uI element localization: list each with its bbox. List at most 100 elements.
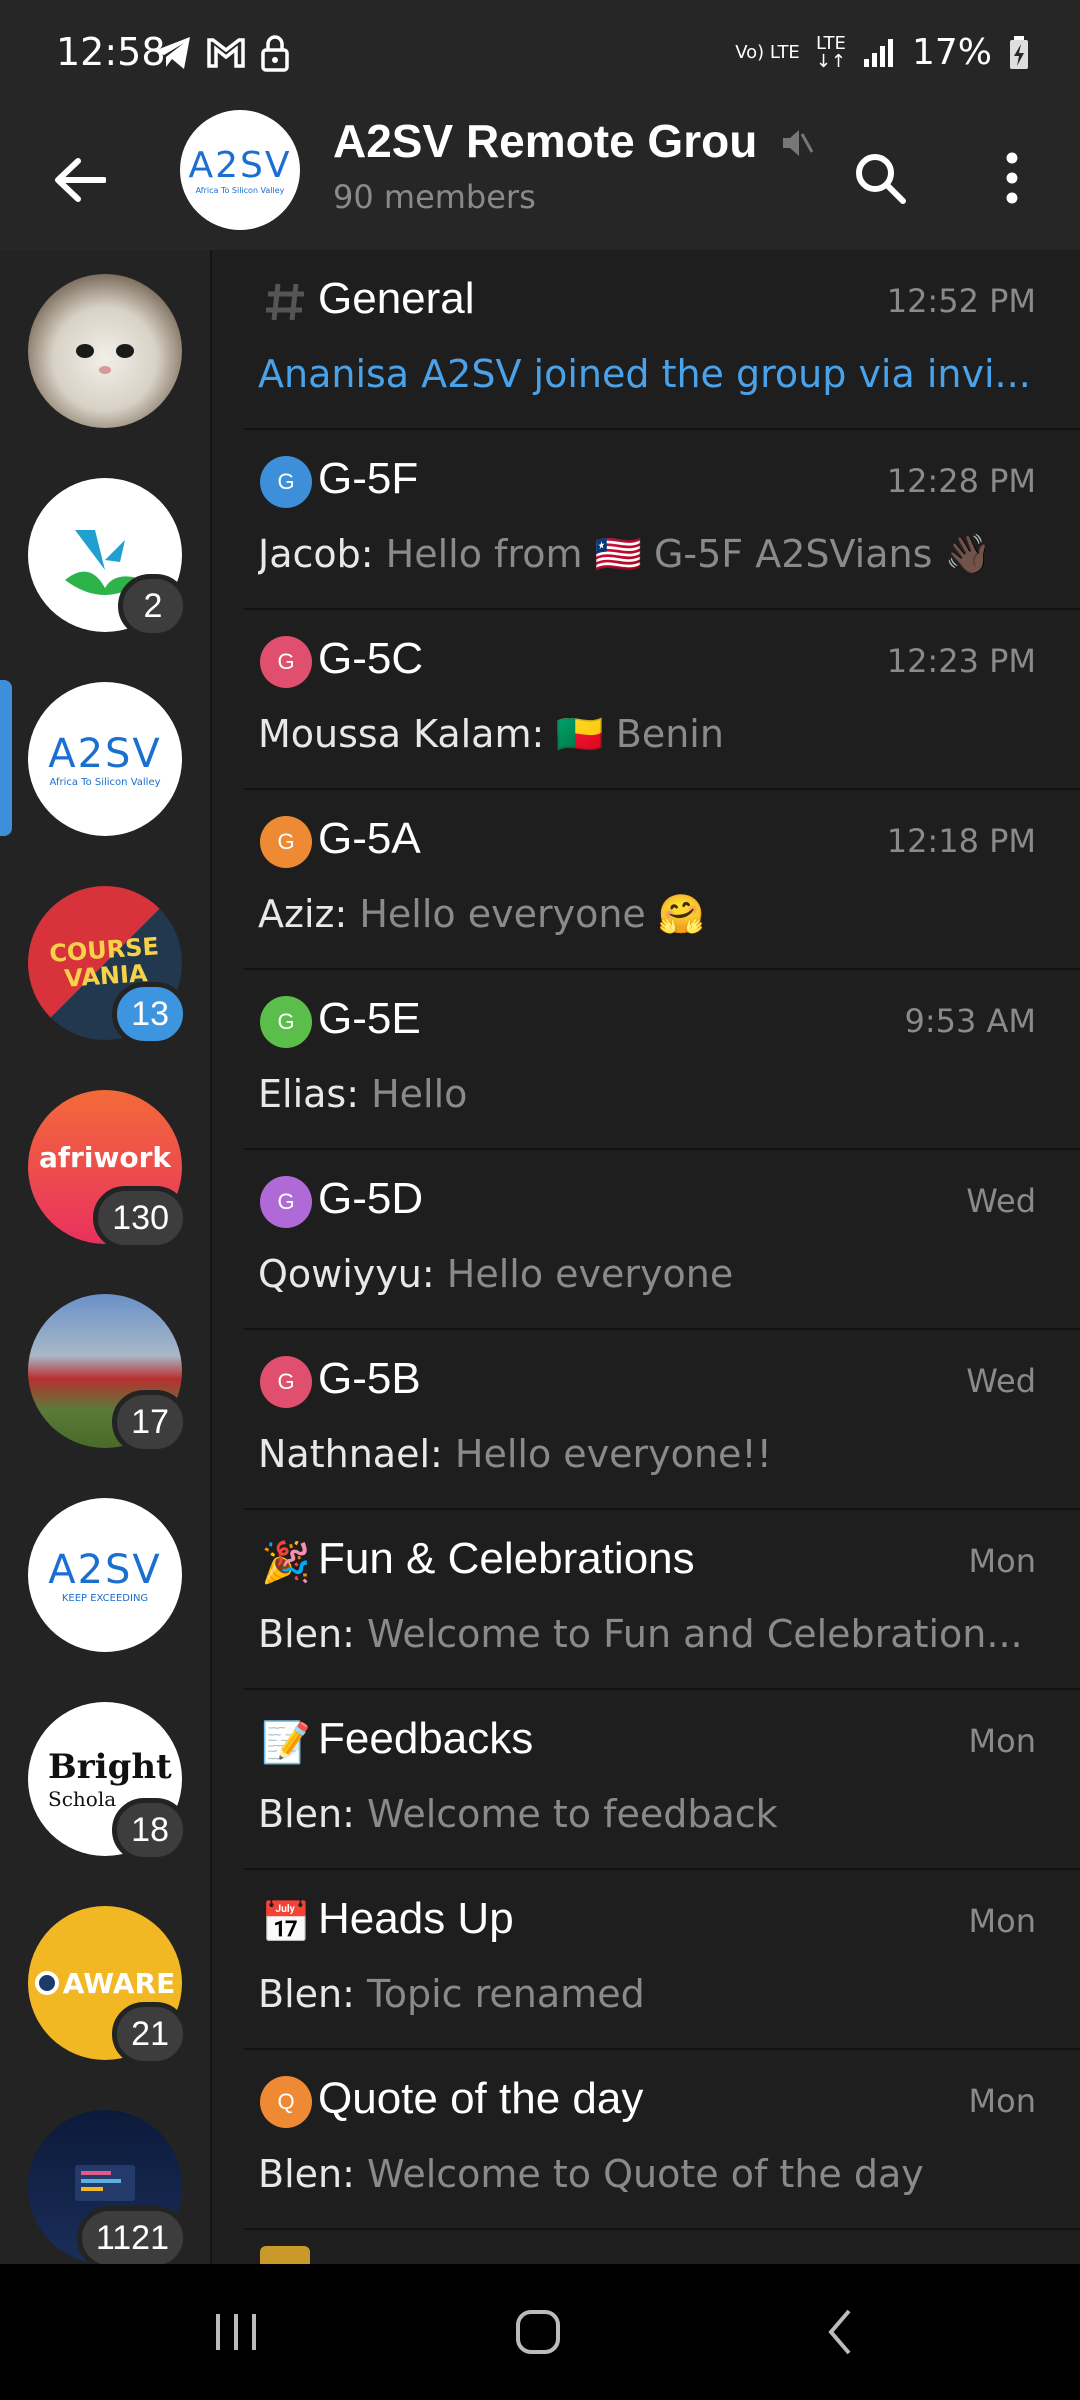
topic-row-fun-celebrations[interactable]: 🎉 Fun & Celebrations Mon Blen: Welcome t… [244,1510,1080,1690]
topic-last-message: Ananisa A2SV joined the group via invi..… [258,352,1031,396]
group-avatar[interactable]: A2SV Africa To Silicon Valley [180,110,300,230]
unread-badge: 18 [112,1798,188,1862]
topic-last-message: Blen: Welcome to Quote of the day [258,2152,1038,2196]
topic-initial: G [260,1176,312,1228]
message-text: Welcome to Fun and Celebration... [366,1612,1023,1656]
lock-icon [261,35,289,72]
topic-title: G-5C [318,634,424,683]
a2sv-avatar-logo: A2SV [48,730,162,777]
topic-row-g5b[interactable]: G G-5B Wed Nathnael: Hello everyone!! [244,1330,1080,1510]
battery-charging-icon [1010,35,1028,69]
message-sender: Jacob: [258,532,386,576]
topic-last-message: Blen: Topic renamed [258,1972,1038,2016]
topic-last-message: Qowiyyu: Hello everyone [258,1252,1038,1296]
topic-row-general[interactable]: General 12:52 PM Ananisa A2SV joined the… [244,250,1080,430]
lte-label: LTE [815,32,846,54]
search-button[interactable] [840,138,920,218]
topic-time: Wed [966,1362,1036,1400]
cat-face-icon [76,344,134,374]
message-text: 🇧🇯 Benin [556,712,724,756]
notification-icons [152,34,290,72]
topic-time: Mon [968,1902,1036,1940]
sidebar-chat-cat[interactable] [28,274,182,428]
topic-title: General [318,274,475,323]
topic-title: G-5F [318,454,419,503]
topic-row-g5a[interactable]: G G-5A 12:18 PM Aziz: Hello everyone 🤗 [244,790,1080,970]
message-sender: Moussa Kalam: [258,712,557,756]
aware-logo-text: AWARE [62,1966,176,2000]
topic-row-feedbacks[interactable]: 📝 Feedbacks Mon Blen: Welcome to feedbac… [244,1690,1080,1870]
unread-badge: 21 [112,2002,188,2066]
unread-badge: 1121 [76,2206,188,2270]
sidebar-chat-a2sv-keep-exceeding[interactable]: A2SV KEEP EXCEEDING [28,1498,182,1652]
recents-button[interactable] [186,2292,286,2372]
party-popper-icon: 🎉 [261,1539,311,1586]
topic-title: Quote of the day [318,2074,644,2123]
topic-initial: Q [260,2076,312,2128]
topic-title: G-5B [318,1354,421,1403]
message-text: Hello everyone!! [454,1432,772,1476]
topic-time: 12:18 PM [886,822,1036,860]
topic-last-message: Aziz: Hello everyone 🤗 [258,892,1038,937]
sidebar-chat-code[interactable]: 1121 [28,2110,188,2270]
aware-logo: AWARE [34,1966,176,2000]
topic-row-partial[interactable] [244,2230,1080,2264]
member-count: 90 members [333,178,536,216]
a2sv-avatar-tagline: Africa To Silicon Valley [49,776,161,788]
topic-row-heads-up[interactable]: 📅 Heads Up Mon Blen: Topic renamed [244,1870,1080,2050]
telegram-icon [154,37,190,69]
message-sender: Blen: [258,1792,367,1836]
sidebar-chat-2[interactable]: 2 [28,478,188,638]
topic-list: General 12:52 PM Ananisa A2SV joined the… [244,250,1080,2264]
topic-initial: G [260,1356,312,1408]
calendar-icon: 📅 [261,1899,311,1946]
a2sv-keep-exceeding-avatar: A2SV KEEP EXCEEDING [28,1498,182,1652]
sidebar-chat-bright-scholar[interactable]: Bright Schola 18 [28,1702,188,1862]
topic-row-g5f[interactable]: G G-5F 12:28 PM Jacob: Hello from 🇱🇷 G-5… [244,430,1080,610]
topic-initial: G [260,816,312,868]
a2sv-avatar-logo: A2SV [48,1546,162,1593]
sidebar-chat-coursevania[interactable]: COURSE VANIA 13 [28,886,188,1046]
message-sender: Nathnael: [258,1432,455,1476]
topic-last-message: Blen: Welcome to feedback [258,1792,1038,1836]
a2sv-avatar: A2SV Africa To Silicon Valley [28,682,182,836]
topic-row-g5e[interactable]: G G-5E 9:53 AM Elias: Hello [244,970,1080,1150]
sidebar-chat-a2sv-remote[interactable]: A2SV Africa To Silicon Valley [28,682,182,836]
memo-icon: 📝 [261,1719,311,1766]
sidebar-chat-team-photo[interactable]: 17 [28,1294,188,1454]
active-indicator [0,680,12,836]
sidebar-chat-aware[interactable]: AWARE 21 [28,1906,188,2066]
message-text: Welcome to Quote of the day [366,2152,924,2196]
home-button[interactable] [488,2292,588,2372]
message-text: Hello everyone [446,1252,734,1296]
back-button[interactable] [40,140,120,220]
battery-percent: 17% [911,32,992,73]
system-nav-bar [0,2264,1080,2400]
message-sender: Blen: [258,1972,367,2016]
more-options-button[interactable] [972,138,1052,218]
trophy-icon [260,2246,310,2264]
topic-row-g5c[interactable]: G G-5C 12:23 PM Moussa Kalam: 🇧🇯 Benin [244,610,1080,790]
topic-title: Feedbacks [318,1714,534,1763]
topic-title: Fun & Celebrations [318,1534,695,1583]
topic-time: Wed [966,1182,1036,1220]
topic-row-quote-of-the-day[interactable]: Q Quote of the day Mon Blen: Welcome to … [244,2050,1080,2230]
topic-title: Heads Up [318,1894,514,1943]
topic-icon: Q [260,2076,312,2128]
message-text: Hello from 🇱🇷 G-5F A2SVians 👋🏿 [385,532,992,576]
more-vertical-icon [1006,152,1018,204]
topic-row-g5d[interactable]: G G-5D Wed Qowiyyu: Hello everyone [244,1150,1080,1330]
unread-badge: 130 [93,1186,188,1250]
sidebar-chat-afriwork[interactable]: afriwork 130 [28,1090,188,1250]
group-title[interactable]: A2SV Remote Grou [333,114,813,168]
topic-last-message: Blen: Welcome to Fun and Celebration... [258,1612,1038,1656]
chat-header: A2SV Africa To Silicon Valley A2SV Remot… [0,110,1080,250]
signal-icon [863,38,893,67]
back-nav-button[interactable] [790,2292,890,2372]
message-text: Hello everyone 🤗 [359,892,706,936]
topic-icon: G [260,636,312,688]
volte-indicator: Vo) LTE [735,41,800,63]
status-right: Vo) LTE LTE ↓↑ 17% [735,32,1030,73]
hash-icon [260,276,312,328]
topic-last-message: Moussa Kalam: 🇧🇯 Benin [258,712,1038,757]
